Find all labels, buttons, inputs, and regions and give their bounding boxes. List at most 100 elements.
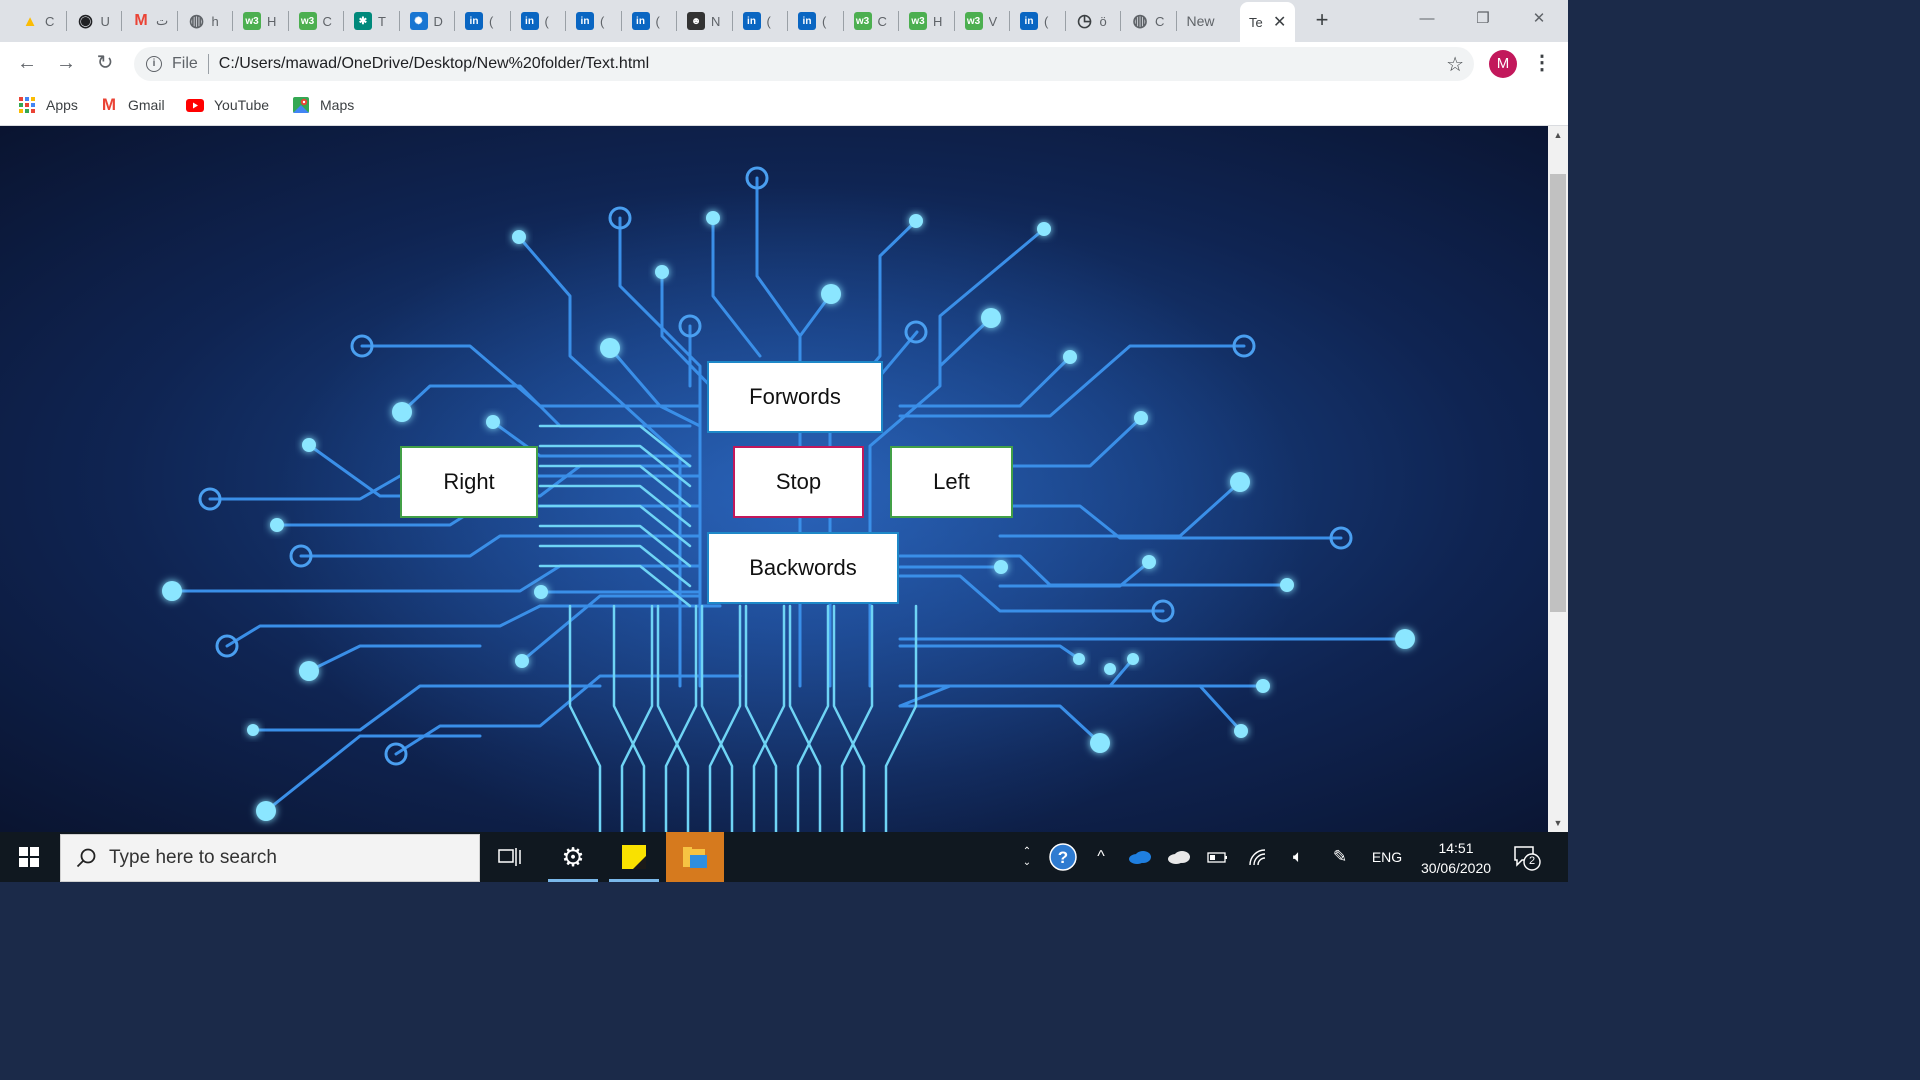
forward-arrow-icon[interactable]: → [53,51,79,77]
w3schools-icon: w3 [243,12,261,30]
browser-tab[interactable]: in ( [1011,8,1058,34]
settings-gear-icon[interactable]: ⚙ [548,832,598,882]
browser-tab[interactable]: in ( [512,8,559,34]
browser-tab[interactable]: in ( [734,8,781,34]
tab-title: ( [822,13,827,29]
linkedin-icon: in [576,12,594,30]
address-scheme-label: File [172,55,198,72]
pen-workspace-icon[interactable]: ✎ [1326,832,1354,882]
browser-toolbar: ← → ↻ i File C:/Users/mawad/OneDrive/Des… [0,42,1568,86]
browser-tab[interactable]: w3 H [900,8,947,34]
sticky-notes-icon[interactable] [609,832,659,882]
profile-avatar[interactable]: M [1489,50,1517,78]
browser-tab[interactable]: w3 V [956,8,1003,34]
help-icon[interactable]: ? [1046,832,1080,882]
tab-title: C [45,13,55,29]
browser-tab[interactable]: ◍ C [1122,8,1169,34]
tab-title: h [211,13,219,29]
browser-tab[interactable]: w3 C [845,8,892,34]
input-language[interactable]: ENG [1366,832,1408,882]
action-center-icon[interactable]: 2 [1512,844,1542,872]
tab-separator [953,11,955,31]
browser-tab[interactable]: ◉ U [68,8,115,34]
right-button[interactable]: Right [400,446,538,518]
reload-icon[interactable]: ↻ [92,51,118,77]
back-arrow-icon[interactable]: ← [14,51,40,77]
restore-icon[interactable]: ❐ [1468,8,1498,32]
tab-separator [565,11,566,31]
browser-tab[interactable]: ☻ N [678,8,725,34]
clock-time: 14:51 [1438,840,1474,856]
tray-scroll-arrows-icon[interactable]: ⌃ ⌄ [1016,832,1038,882]
browser-tab[interactable]: ◷ ö [1067,8,1114,34]
battery-icon[interactable] [1204,832,1232,882]
forwords-button[interactable]: Forwords [707,361,883,433]
clock-icon: ◷ [1077,11,1092,30]
browser-tab[interactable]: w3 C [290,8,337,34]
tab-separator [1064,11,1066,31]
clock-date: 30/06/2020 [1420,860,1492,876]
tab-title: ( [766,13,771,29]
teal-asterisk-icon: ✱ [354,12,372,30]
active-tab-title: Te [1249,14,1263,30]
app-running-indicator [548,879,598,882]
browser-tab[interactable]: in ( [456,8,503,34]
browser-tab[interactable]: w3 H [234,8,281,34]
browser-tab[interactable]: in ( [567,8,614,34]
close-tab-icon[interactable]: ✕ [1273,12,1286,32]
browser-tab[interactable]: Mت [123,8,170,34]
tab-separator [676,11,677,31]
browser-menu-icon[interactable]: ⋮ [1532,50,1552,78]
windows-start-icon[interactable] [0,832,58,882]
new-tab-button[interactable]: + [1310,9,1334,33]
bookmark-maps[interactable]: Maps [292,94,354,116]
volume-icon[interactable]: 🔈︎ [1284,832,1312,882]
linkedin-icon: in [742,12,761,30]
tab-separator [398,11,400,31]
show-hidden-icons-icon[interactable]: ^ [1090,832,1112,882]
bookmark-apps[interactable]: Apps [18,94,78,116]
scroll-down-arrow-icon[interactable]: ▼ [1548,814,1568,832]
bookmark-star-icon[interactable]: ☆ [1446,52,1464,77]
gmail-icon: M [134,12,148,29]
active-tab[interactable]: Te ✕ [1240,2,1295,42]
browser-tab[interactable]: in ( [789,8,836,34]
browser-tab[interactable]: ▲ C [12,8,59,34]
tab-separator [842,11,844,31]
onedrive-personal-cloud-icon[interactable] [1165,832,1193,882]
tab-title: ( [489,13,494,29]
scroll-up-arrow-icon[interactable]: ▲ [1548,126,1568,144]
close-window-icon[interactable]: ✕ [1524,8,1554,32]
browser-tab[interactable]: ✱ T [345,8,392,34]
vertical-scrollbar[interactable]: ▲ ▼ [1548,126,1568,832]
taskbar-clock[interactable]: 14:51 30/06/2020 [1412,838,1500,878]
onedrive-cloud-icon[interactable] [1126,832,1154,882]
wifi-icon[interactable] [1244,832,1272,882]
google-drive-icon: ▲ [22,12,38,30]
bookmark-label: Apps [46,97,78,113]
file-explorer-icon[interactable] [666,832,724,882]
taskbar-search-box[interactable]: Type here to search [60,834,480,882]
minimize-icon[interactable]: — [1412,8,1442,32]
tab-title: D [433,13,443,29]
bookmark-gmail[interactable]: M Gmail [100,94,165,116]
browser-tab[interactable]: in ( [623,8,670,34]
tab-title: V [988,13,998,29]
address-bar[interactable]: i File C:/Users/mawad/OneDrive/Desktop/N… [134,47,1474,81]
apps-grid-icon [18,97,36,113]
maps-icon [292,97,310,113]
w3schools-icon: w3 [909,12,927,30]
stop-button[interactable]: Stop [733,446,864,518]
browser-tab[interactable]: New [1178,8,1221,34]
browser-tab[interactable]: ✺ D [401,8,448,34]
tab-separator [898,11,899,31]
scroll-thumb[interactable] [1550,174,1566,612]
address-url[interactable]: C:/Users/mawad/OneDrive/Desktop/New%20fo… [219,55,649,73]
info-icon[interactable]: i [146,56,162,72]
backwords-button[interactable]: Backwords [707,532,899,604]
browser-tab[interactable]: ◍ h [179,8,226,34]
task-view-icon[interactable] [485,832,535,882]
bookmark-youtube[interactable]: YouTube [186,94,269,116]
left-button[interactable]: Left [890,446,1013,518]
page-viewport: Forwords Right Stop Left Backwords [0,126,1548,832]
